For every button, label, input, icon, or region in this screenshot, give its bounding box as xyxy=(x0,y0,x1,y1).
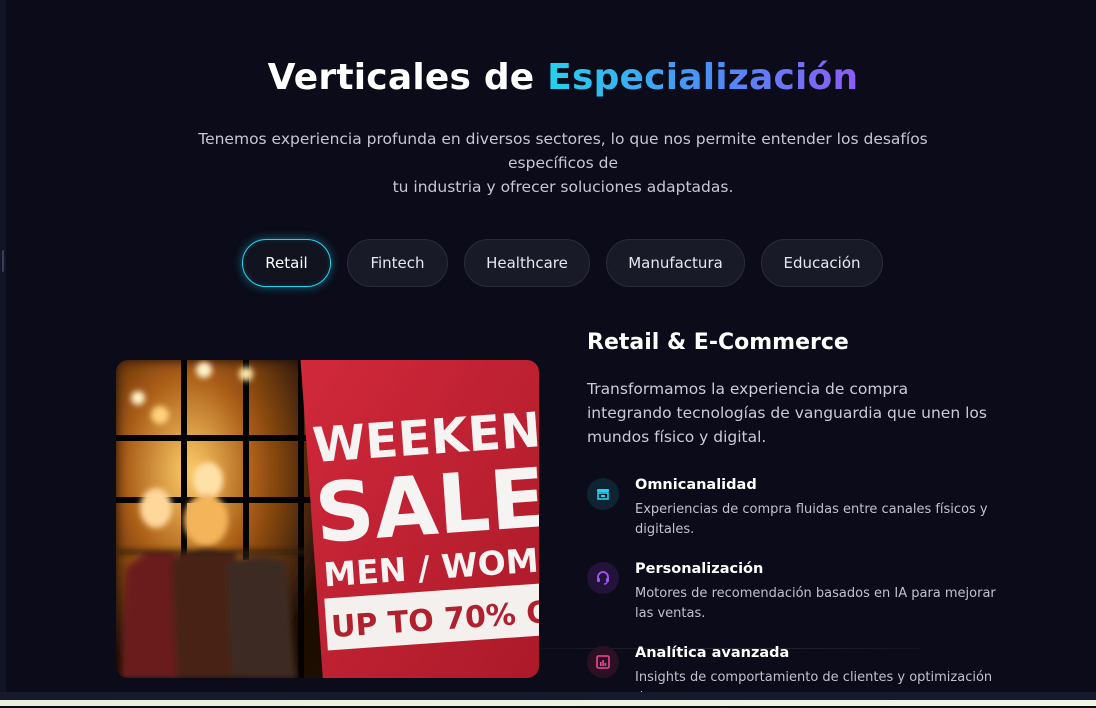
tab-healthcare[interactable]: Healthcare xyxy=(464,239,590,287)
tab-manufactura[interactable]: Manufactura xyxy=(606,239,745,287)
feature-description: Motores de recomendación basados en IA p… xyxy=(635,586,996,621)
bar-chart-icon xyxy=(587,646,619,678)
retail-image: WEEKEND SALE MEN / WOMEN UP TO 70% OFF xyxy=(116,360,539,678)
section-title-plain: Verticales de xyxy=(267,57,535,98)
feature-title: Omnicanalidad xyxy=(635,477,757,493)
tab-retail[interactable]: Retail xyxy=(242,239,331,287)
window-bottom-edge xyxy=(0,692,1096,706)
feature-description: Experiencias de compra fluidas entre can… xyxy=(635,502,988,537)
intro-line-2: tu industria y ofrecer soluciones adapta… xyxy=(392,178,734,196)
store-icon xyxy=(587,478,619,510)
section-title-highlight: Especialización xyxy=(547,57,859,98)
headset-icon xyxy=(587,562,619,594)
section-title: Verticales de Especialización xyxy=(0,57,1096,98)
window-left-edge xyxy=(0,0,6,692)
section-intro: Tenemos experiencia profunda en diversos… xyxy=(178,127,948,199)
tab-educacion[interactable]: Educación xyxy=(761,239,883,287)
retail-photo-illustration: WEEKEND SALE MEN / WOMEN UP TO 70% OFF xyxy=(116,360,539,678)
feature-title: Analítica avanzada xyxy=(635,645,790,661)
panel-description: Transformamos la experiencia de compra i… xyxy=(587,380,987,446)
desktop-strip xyxy=(0,700,1096,706)
panel-title: Retail & E-Commerce xyxy=(587,330,849,355)
feature-title: Personalización xyxy=(635,561,764,577)
intro-line-1: Tenemos experiencia profunda en diversos… xyxy=(198,130,928,172)
vertical-tabs: Retail Fintech Healthcare Manufactura Ed… xyxy=(0,239,1096,289)
tab-fintech[interactable]: Fintech xyxy=(347,239,448,287)
